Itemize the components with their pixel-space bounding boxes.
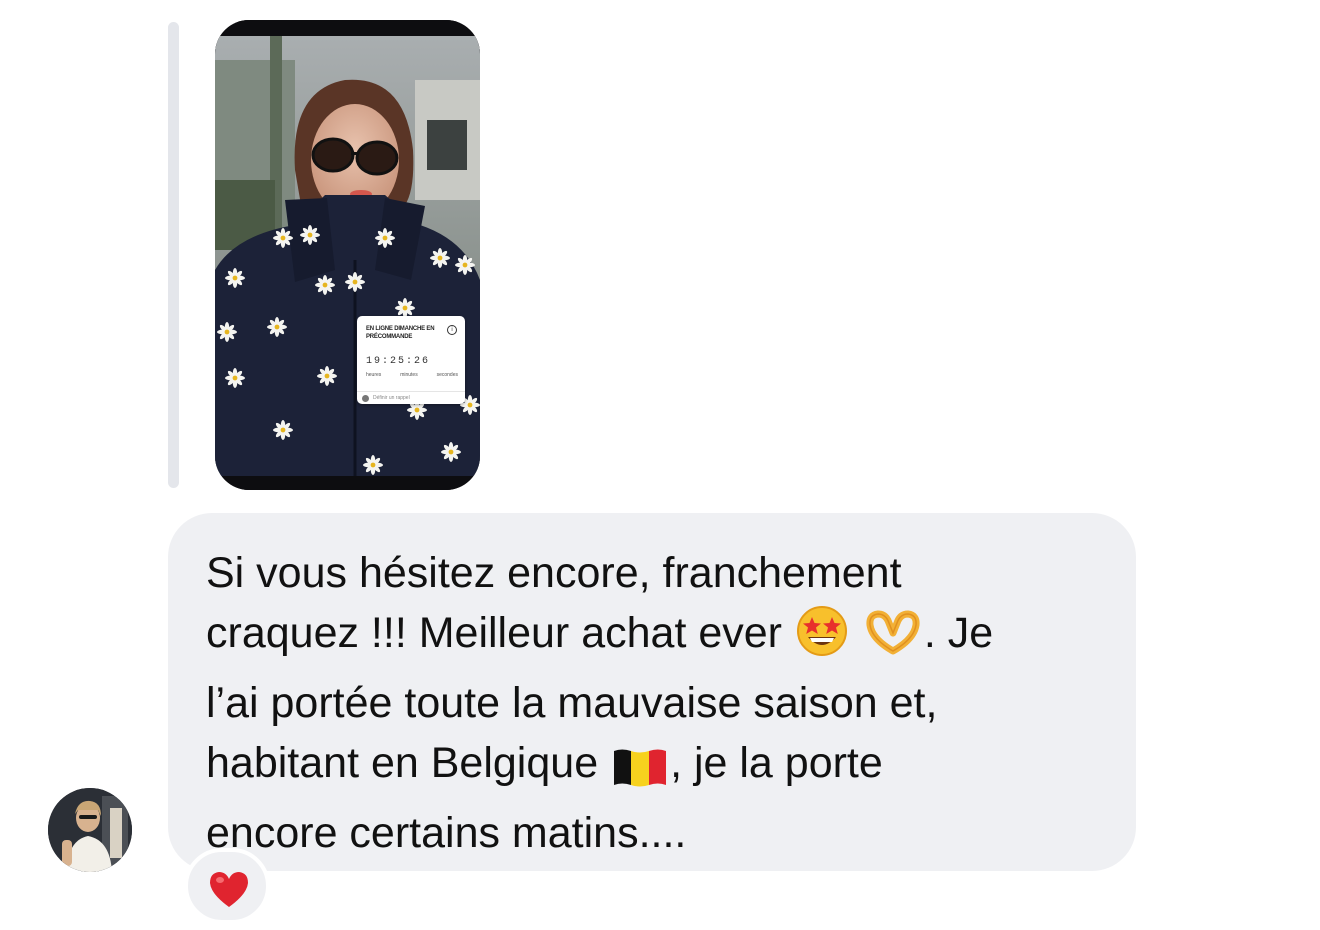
message-text: Si vous hésitez encore, franchement craq… xyxy=(206,543,1106,863)
message-line: encore certains matins.... xyxy=(206,809,687,857)
red-heart-icon xyxy=(210,872,248,907)
avatar[interactable] xyxy=(48,788,132,872)
message-line-part: . Je xyxy=(923,609,994,657)
story-photo xyxy=(215,20,480,490)
countdown-digits: 19:25:26 xyxy=(366,356,431,367)
message-line-part: habitant en Belgique xyxy=(206,739,599,787)
star-struck-emoji-icon xyxy=(796,605,848,673)
countdown-footer-label: Définir un rappel xyxy=(373,395,410,401)
countdown-footer: Définir un rappel xyxy=(357,391,465,404)
countdown-sticker[interactable]: EN LIGNE DIMANCHE EN PRÉCOMMANDE i 19:25… xyxy=(357,316,465,404)
belgium-flag-emoji-icon xyxy=(612,743,668,803)
story-reply-thumbnail[interactable]: EN LIGNE DIMANCHE EN PRÉCOMMANDE i 19:25… xyxy=(215,20,480,490)
message-line-part: , je la porte xyxy=(670,739,883,787)
countdown-title: EN LIGNE DIMANCHE EN PRÉCOMMANDE xyxy=(366,326,435,340)
sender-avatar-image xyxy=(48,788,132,872)
message-line: l’ai portée toute la mauvaise saison et, xyxy=(206,679,938,727)
message-line-part: craquez !!! Meilleur achat ever xyxy=(206,609,782,657)
chat-thread: EN LIGNE DIMANCHE EN PRÉCOMMANDE i 19:25… xyxy=(0,0,1320,930)
reaction-badge[interactable] xyxy=(184,848,270,924)
heart-hands-emoji-icon xyxy=(864,605,922,673)
countdown-unit-hours: heures xyxy=(366,372,382,378)
message-bubble[interactable]: Si vous hésitez encore, franchement craq… xyxy=(168,513,1136,871)
reply-indicator-bar xyxy=(168,22,179,488)
countdown-units: heures minutes secondes xyxy=(366,372,458,378)
message-line: Si vous hésitez encore, franchement xyxy=(206,549,902,597)
countdown-unit-minutes: minutes xyxy=(400,372,418,378)
countdown-unit-seconds: secondes xyxy=(436,372,458,378)
message-line-with-emoji: habitant en Belgique , je la porte xyxy=(206,733,1106,803)
creator-avatar-icon xyxy=(362,395,369,402)
message-line-with-emoji: craquez !!! Meilleur achat ever . Je xyxy=(206,603,1106,673)
info-icon: i xyxy=(447,325,457,335)
